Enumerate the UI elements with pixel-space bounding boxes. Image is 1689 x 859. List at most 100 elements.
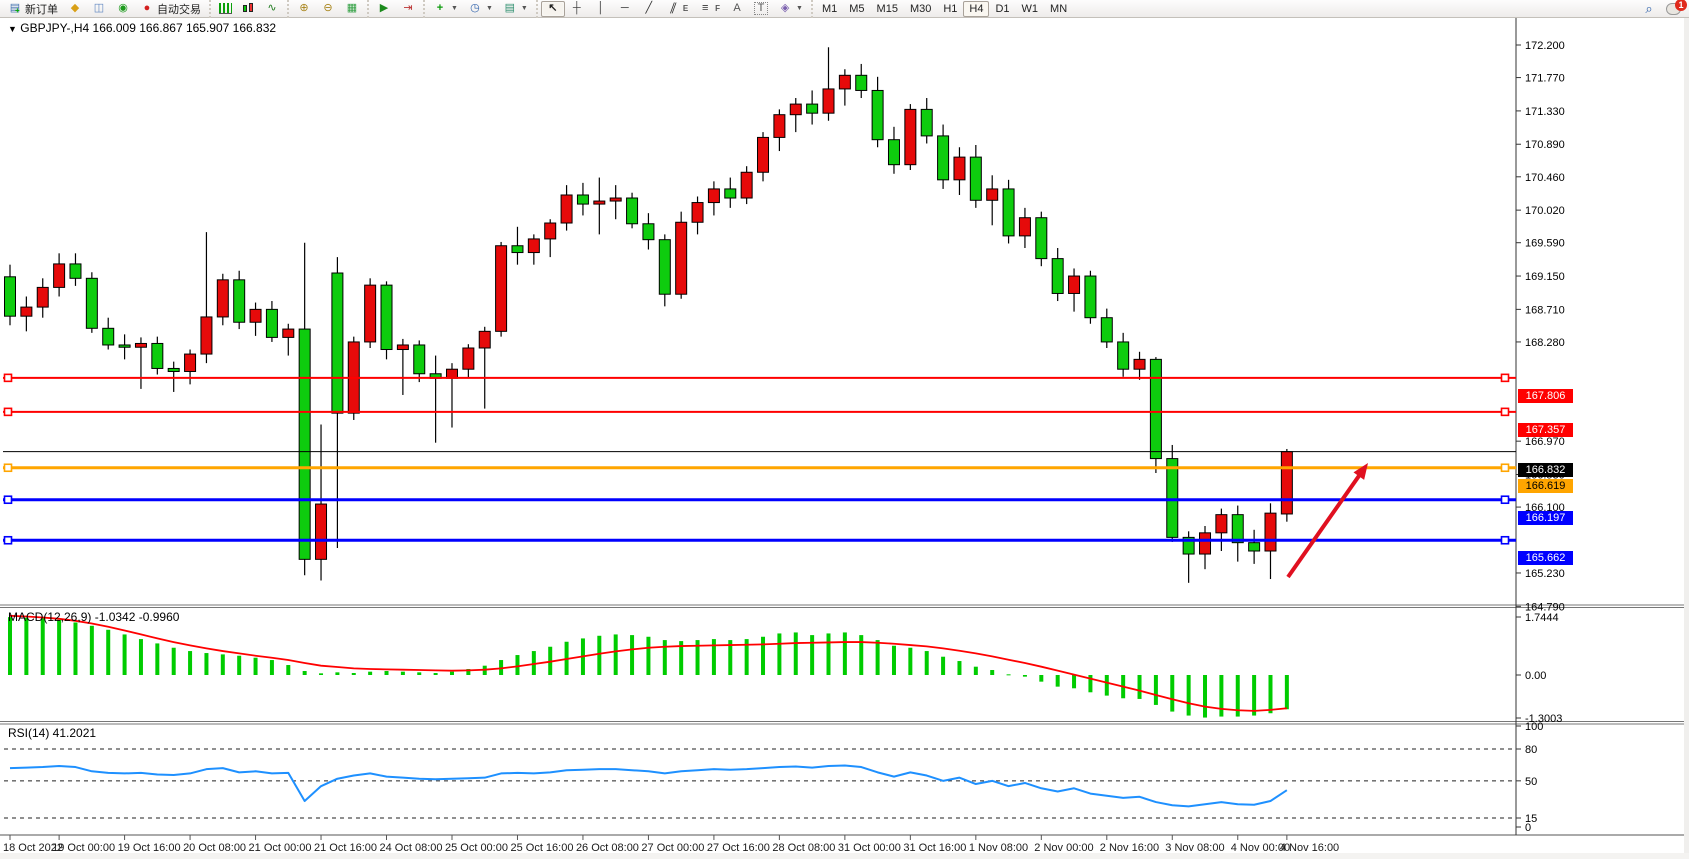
auto-scroll-button[interactable]: ▶ <box>372 1 396 17</box>
notifications-button[interactable]: 1 <box>1661 1 1686 17</box>
arrows-caret-icon: ▼ <box>796 5 803 12</box>
chart-shift-button[interactable]: ⇥ <box>396 1 420 17</box>
trendline-icon: ╱ <box>642 2 656 15</box>
vertical-line-button[interactable]: │ <box>589 1 613 17</box>
chart-canvas[interactable]: 172.200171.770171.330170.890170.460170.0… <box>0 18 1689 859</box>
main-toolbar: ▤+ 新订单 ◆ ◫ ◉ ● 自动交易 ∿ ⊕ ⊖ ▦ <box>0 0 1689 18</box>
svg-text:166.970: 166.970 <box>1525 436 1565 448</box>
accounts-icon: ◫ <box>92 2 106 15</box>
svg-text:1.7444: 1.7444 <box>1525 612 1559 624</box>
fibonacci-icon: ≡ <box>698 2 712 15</box>
symbol-period-label: GBPJPY-,H4 <box>20 21 89 35</box>
timeframe-d1-button[interactable]: D1 <box>989 1 1015 17</box>
autotrade-icon: ● <box>140 2 154 15</box>
scroll-group: ▶ ⇥ <box>367 0 423 18</box>
indicators-icon: + <box>433 2 447 15</box>
text-label-icon: T <box>754 2 768 15</box>
right-tools-group: ⌕ 1 <box>1634 0 1689 18</box>
svg-text:0: 0 <box>1525 822 1531 834</box>
search-button[interactable]: ⌕ <box>1637 1 1661 17</box>
cursor-button[interactable]: ↖ <box>541 1 565 17</box>
candles-chart-icon <box>242 3 255 15</box>
crosshair-button[interactable]: ┼ <box>565 1 589 17</box>
history-icon: ◆ <box>68 2 82 15</box>
rsi-label: RSI(14) 41.2021 <box>8 726 96 740</box>
tile-windows-button[interactable]: ▦ <box>340 1 364 17</box>
svg-text:171.330: 171.330 <box>1525 106 1565 118</box>
svg-text:165.230: 165.230 <box>1525 568 1565 580</box>
timeframe-m5-button[interactable]: M5 <box>843 1 870 17</box>
svg-text:168.280: 168.280 <box>1525 337 1565 349</box>
crosshair-icon: ┼ <box>570 2 584 15</box>
arrows-button[interactable]: ◈▼ <box>773 1 808 17</box>
chart-collapse-icon[interactable]: ▼ <box>8 24 17 34</box>
search-icon: ⌕ <box>1642 2 1656 15</box>
chart-title: ▼ GBPJPY-,H4 166.009 166.867 165.907 166… <box>8 21 276 35</box>
indicators-button[interactable]: +▼ <box>428 1 463 17</box>
new-order-icon: ▤+ <box>8 2 22 15</box>
arrows-icon: ◈ <box>778 2 792 15</box>
zoom-in-icon: ⊕ <box>297 2 311 15</box>
svg-text:100: 100 <box>1525 721 1543 733</box>
notifications-icon: 1 <box>1666 3 1681 15</box>
svg-text:169.150: 169.150 <box>1525 271 1565 283</box>
objects-group: +▼ ◷▼ ▤▼ <box>423 0 536 18</box>
price-line-badge: 166.619 <box>1518 479 1573 493</box>
text-label-button[interactable]: T <box>749 1 773 17</box>
timeframe-m30-button[interactable]: M30 <box>904 1 937 17</box>
timeframe-h1-button[interactable]: H1 <box>937 1 963 17</box>
price-line-badge: 165.662 <box>1518 551 1573 565</box>
horizontal-line-button[interactable]: ─ <box>613 1 637 17</box>
drawing-group: ↖ ┼ │ ─ ╱ ∥E ≡F A T ◈▼ <box>536 0 811 18</box>
timeframe-group: M1M5M15M30H1H4D1W1MN <box>811 0 1076 18</box>
zoom-in-button[interactable]: ⊕ <box>292 1 316 17</box>
tile-windows-icon: ▦ <box>345 2 359 15</box>
autotrade-button[interactable]: ● 自动交易 <box>135 1 206 17</box>
bars-chart-icon <box>219 3 232 14</box>
timeframe-mn-button[interactable]: MN <box>1044 1 1073 17</box>
trendline-button[interactable]: ╱ <box>637 1 661 17</box>
candles-chart-button[interactable] <box>237 1 260 17</box>
templates-button[interactable]: ▤▼ <box>498 1 533 17</box>
periods-button[interactable]: ◷▼ <box>463 1 498 17</box>
window-right-edge <box>1684 18 1689 859</box>
signal-icon: ◉ <box>116 2 130 15</box>
trade-group: ▤+ 新订单 ◆ ◫ ◉ ● 自动交易 <box>0 0 209 18</box>
svg-text:80: 80 <box>1525 744 1537 756</box>
line-chart-icon: ∿ <box>265 2 279 15</box>
channel-button[interactable]: ∥E <box>661 1 693 17</box>
zoom-out-button[interactable]: ⊖ <box>316 1 340 17</box>
fibonacci-button[interactable]: ≡F <box>693 1 725 17</box>
svg-text:170.020: 170.020 <box>1525 205 1565 217</box>
signal-button[interactable]: ◉ <box>111 1 135 17</box>
periods-icon: ◷ <box>468 2 482 15</box>
chart-shift-icon: ⇥ <box>401 2 415 15</box>
price-line-badge: 166.832 <box>1518 463 1573 477</box>
bars-chart-button[interactable] <box>214 1 237 17</box>
cursor-icon: ↖ <box>546 2 560 15</box>
timeframe-m1-button[interactable]: M1 <box>816 1 843 17</box>
new-order-button[interactable]: ▤+ 新订单 <box>3 1 63 17</box>
svg-text:171.770: 171.770 <box>1525 73 1565 85</box>
channel-icon: ∥ <box>663 2 682 15</box>
timeframe-m15-button[interactable]: M15 <box>871 1 904 17</box>
timeframe-h4-button[interactable]: H4 <box>963 1 989 17</box>
chart-area[interactable]: 172.200171.770171.330170.890170.460170.0… <box>0 18 1689 859</box>
price-line-badge: 166.197 <box>1518 511 1573 525</box>
text-icon: A <box>730 2 744 15</box>
macd-label: MACD(12,26,9) -1.0342 -0.9960 <box>8 610 179 624</box>
text-button[interactable]: A <box>725 1 749 17</box>
svg-text:172.200: 172.200 <box>1525 40 1565 52</box>
timeframe-w1-button[interactable]: W1 <box>1016 1 1045 17</box>
history-button[interactable]: ◆ <box>63 1 87 17</box>
mt4-window: ▤+ 新订单 ◆ ◫ ◉ ● 自动交易 ∿ ⊕ ⊖ ▦ <box>0 0 1689 859</box>
zoom-out-icon: ⊖ <box>321 2 335 15</box>
svg-text:168.710: 168.710 <box>1525 304 1565 316</box>
zoom-group: ⊕ ⊖ ▦ <box>287 0 367 18</box>
vertical-line-icon: │ <box>594 2 608 15</box>
line-chart-button[interactable]: ∿ <box>260 1 284 17</box>
accounts-button[interactable]: ◫ <box>87 1 111 17</box>
svg-text:50: 50 <box>1525 776 1537 788</box>
templates-icon: ▤ <box>503 2 517 15</box>
svg-text:170.460: 170.460 <box>1525 172 1565 184</box>
